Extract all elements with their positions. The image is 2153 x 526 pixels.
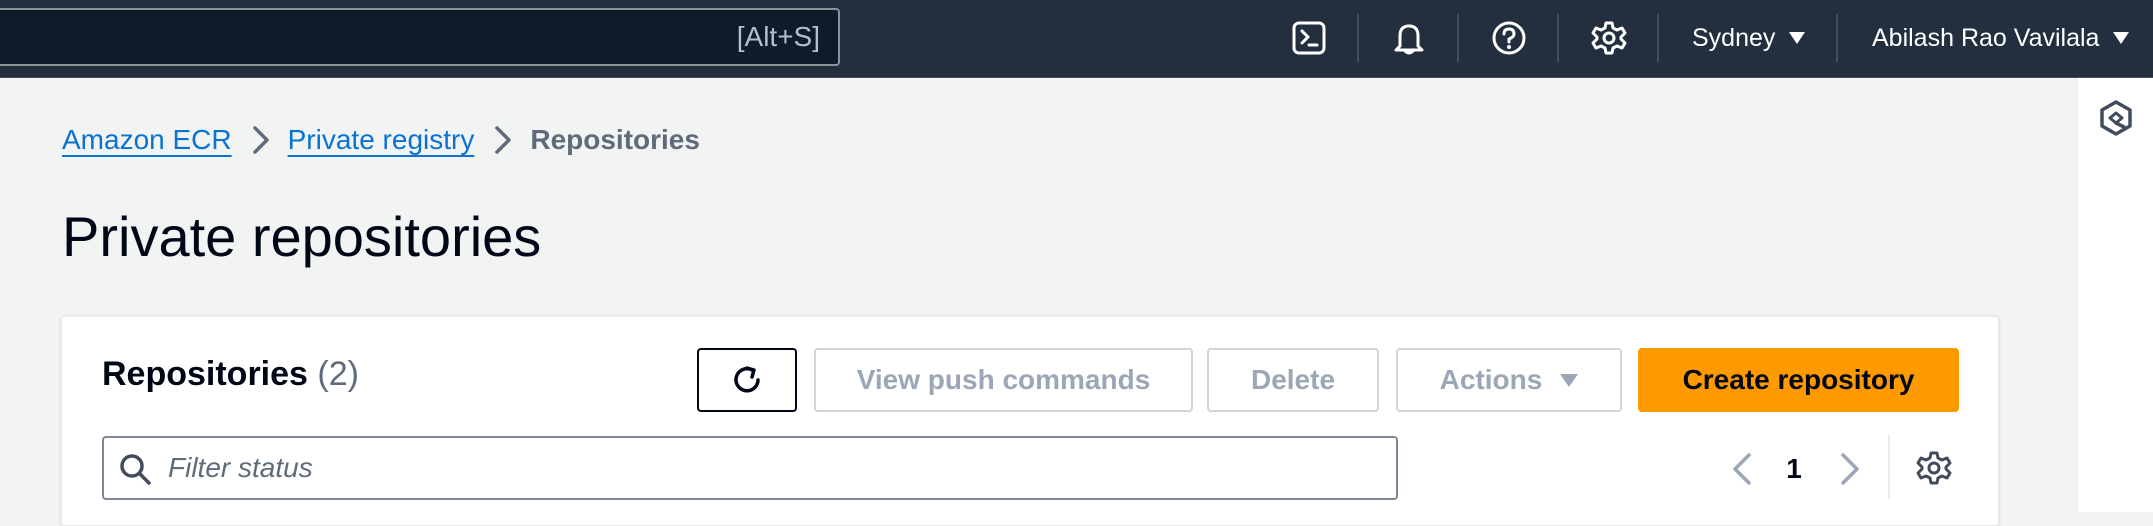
caret-down-icon <box>1560 373 1579 387</box>
pagination-divider <box>1888 435 1890 499</box>
tools-side-rail <box>2077 78 2153 512</box>
refresh-icon <box>734 366 760 393</box>
nav-separator <box>1557 14 1559 62</box>
top-navigation-bar: [Alt+S] Sydney Abilash Rao Vavilala <box>0 0 2153 78</box>
chevron-left-icon <box>1733 453 1751 485</box>
breadcrumb-link-private-registry[interactable]: Private registry <box>288 124 475 156</box>
caret-down-icon <box>1789 32 1806 44</box>
help-icon[interactable] <box>1487 16 1531 60</box>
repositories-table-container: Repositories (2) View push commands Dele… <box>61 316 1999 526</box>
repositories-count: (2) <box>317 355 359 393</box>
create-repository-button[interactable]: Create repository <box>1638 348 1959 412</box>
nav-separator <box>1657 14 1659 62</box>
refresh-button[interactable] <box>697 348 797 412</box>
filter-field <box>102 436 1398 500</box>
account-menu[interactable]: Abilash Rao Vavilala <box>1872 0 2130 76</box>
filter-status-input[interactable] <box>166 440 1366 496</box>
view-push-commands-button[interactable]: View push commands <box>814 348 1193 412</box>
search-icon <box>120 454 151 485</box>
chevron-right-icon <box>494 125 512 155</box>
breadcrumb-current-repositories: Repositories <box>530 124 700 155</box>
notifications-bell-icon[interactable] <box>1387 16 1431 60</box>
settings-gear-icon[interactable] <box>1587 16 1631 60</box>
page-title: Private repositories <box>62 205 542 268</box>
breadcrumb-link-amazon-ecr[interactable]: Amazon ECR <box>62 124 232 156</box>
repositories-heading: Repositories (2) <box>102 355 359 394</box>
nav-separator <box>1457 14 1459 62</box>
next-page-button[interactable] <box>1830 437 1870 501</box>
search-shortcut-hint: [Alt+S] <box>736 21 820 52</box>
global-search-field[interactable]: [Alt+S] <box>0 8 840 66</box>
current-page-number[interactable]: 1 <box>1774 437 1814 501</box>
create-repository-label: Create repository <box>1682 364 1915 395</box>
delete-button[interactable]: Delete <box>1207 348 1379 412</box>
actions-dropdown-button[interactable]: Actions <box>1396 348 1622 412</box>
view-push-commands-label: View push commands <box>856 364 1151 395</box>
caret-down-icon <box>2113 32 2130 44</box>
cloudshell-icon[interactable] <box>1287 16 1331 60</box>
actions-label: Actions <box>1439 364 1543 395</box>
settings-gear-icon <box>1916 451 1952 485</box>
region-selector[interactable]: Sydney <box>1692 0 1806 76</box>
breadcrumb: Amazon ECR Private registry Repositories <box>62 118 700 162</box>
nav-separator <box>1357 14 1359 62</box>
tools-panel-toggle-icon[interactable] <box>2096 98 2136 138</box>
region-label: Sydney <box>1692 23 1776 52</box>
chevron-right-icon <box>252 125 270 155</box>
previous-page-button[interactable] <box>1722 437 1762 501</box>
nav-separator <box>1836 14 1838 62</box>
account-name: Abilash Rao Vavilala <box>1872 23 2100 52</box>
table-preferences-button[interactable] <box>1911 445 1957 491</box>
repositories-heading-label: Repositories <box>102 355 308 393</box>
chevron-right-icon <box>1841 453 1859 485</box>
delete-label: Delete <box>1250 364 1336 395</box>
